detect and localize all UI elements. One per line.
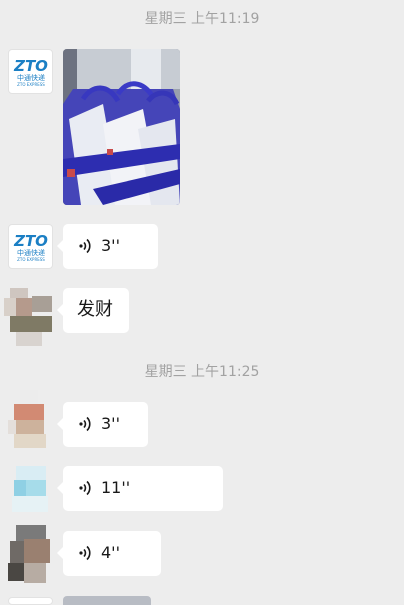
message-text: 发财 (77, 299, 113, 320)
voice-duration: 3'' (101, 414, 120, 433)
logo-text: ZTO (13, 57, 48, 75)
avatar[interactable] (4, 288, 56, 346)
avatar[interactable] (8, 597, 53, 605)
voice-wave-icon (79, 416, 91, 432)
voice-message[interactable]: 3'' (57, 402, 148, 447)
logo-cn: 中通快递 (17, 248, 45, 257)
image-message[interactable] (63, 49, 180, 205)
voice-wave-icon (79, 545, 91, 561)
logo-en: ZTO EXPRESS (17, 82, 45, 87)
timestamp: 星期三 上午11:19 (144, 11, 260, 27)
voice-message[interactable]: 11'' (57, 466, 223, 511)
zto-logo-icon: ZTO 中通快递 ZTO EXPRESS (13, 57, 48, 87)
avatar[interactable]: ZTO 中通快递 ZTO EXPRESS (8, 49, 53, 94)
voice-duration: 3'' (101, 236, 120, 255)
text-message[interactable]: 发财 (57, 288, 129, 333)
avatar[interactable] (6, 525, 54, 585)
timestamp: 星期三 上午11:25 (144, 364, 260, 380)
voice-duration: 11'' (101, 478, 131, 497)
voice-duration: 4'' (101, 543, 120, 562)
avatar[interactable] (8, 466, 52, 512)
zto-logo-icon: ZTO 中通快递 ZTO EXPRESS (13, 232, 48, 262)
logo-en: ZTO EXPRESS (17, 257, 45, 262)
logo-cn: 中通快递 (17, 73, 45, 82)
photo-bags-illustration (63, 49, 180, 205)
avatar[interactable]: ZTO 中通快递 ZTO EXPRESS (8, 224, 53, 269)
avatar[interactable] (6, 390, 50, 450)
voice-wave-icon (79, 238, 91, 254)
voice-message[interactable]: 3'' (57, 224, 158, 269)
image-message-partial[interactable] (63, 596, 151, 605)
voice-wave-icon (79, 480, 91, 496)
logo-text: ZTO (13, 232, 48, 250)
voice-message[interactable]: 4'' (57, 531, 161, 576)
